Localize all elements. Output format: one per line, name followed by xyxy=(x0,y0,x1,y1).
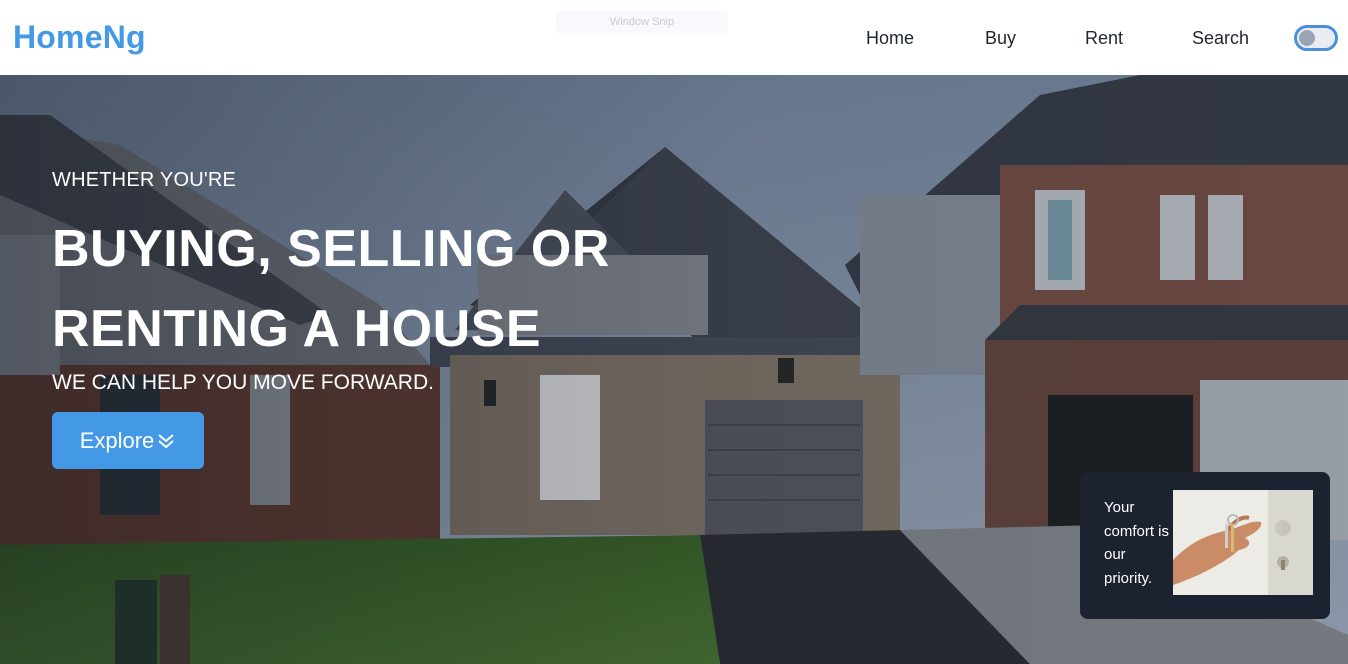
main-nav: Home Buy Rent Search xyxy=(0,26,1348,50)
explore-label: Explore xyxy=(79,427,155,453)
site-header: HomeNg Window Snip Home Buy Rent Search xyxy=(0,0,1348,75)
explore-button[interactable]: Explore xyxy=(52,412,204,469)
hero-subline: WE CAN HELP YOU MOVE FORWARD. xyxy=(52,371,434,394)
toggle-knob xyxy=(1299,30,1315,46)
nav-rent-link[interactable]: Rent xyxy=(1085,26,1123,50)
double-chevron-down-icon xyxy=(158,433,174,448)
nav-home-link[interactable]: Home xyxy=(866,26,914,50)
headline-line-1: BUYING, SELLING OR xyxy=(52,220,610,278)
headline-line-2: RENTING A HOUSE xyxy=(52,300,542,358)
hero-eyebrow: WHETHER YOU'RE xyxy=(52,169,237,191)
nav-buy-link[interactable]: Buy xyxy=(985,26,1016,50)
comfort-card: Your comfort is our priority. xyxy=(1080,472,1330,619)
keys-in-hand-image xyxy=(1173,490,1313,595)
hero-headline: BUYING, SELLING OR RENTING A HOUSE xyxy=(52,209,610,369)
comfort-text: Your comfort is our priority. xyxy=(1104,499,1170,587)
nav-search-link[interactable]: Search xyxy=(1192,26,1249,50)
theme-toggle[interactable] xyxy=(1294,25,1338,51)
hero-section: WHETHER YOU'RE BUYING, SELLING OR RENTIN… xyxy=(0,75,1348,664)
